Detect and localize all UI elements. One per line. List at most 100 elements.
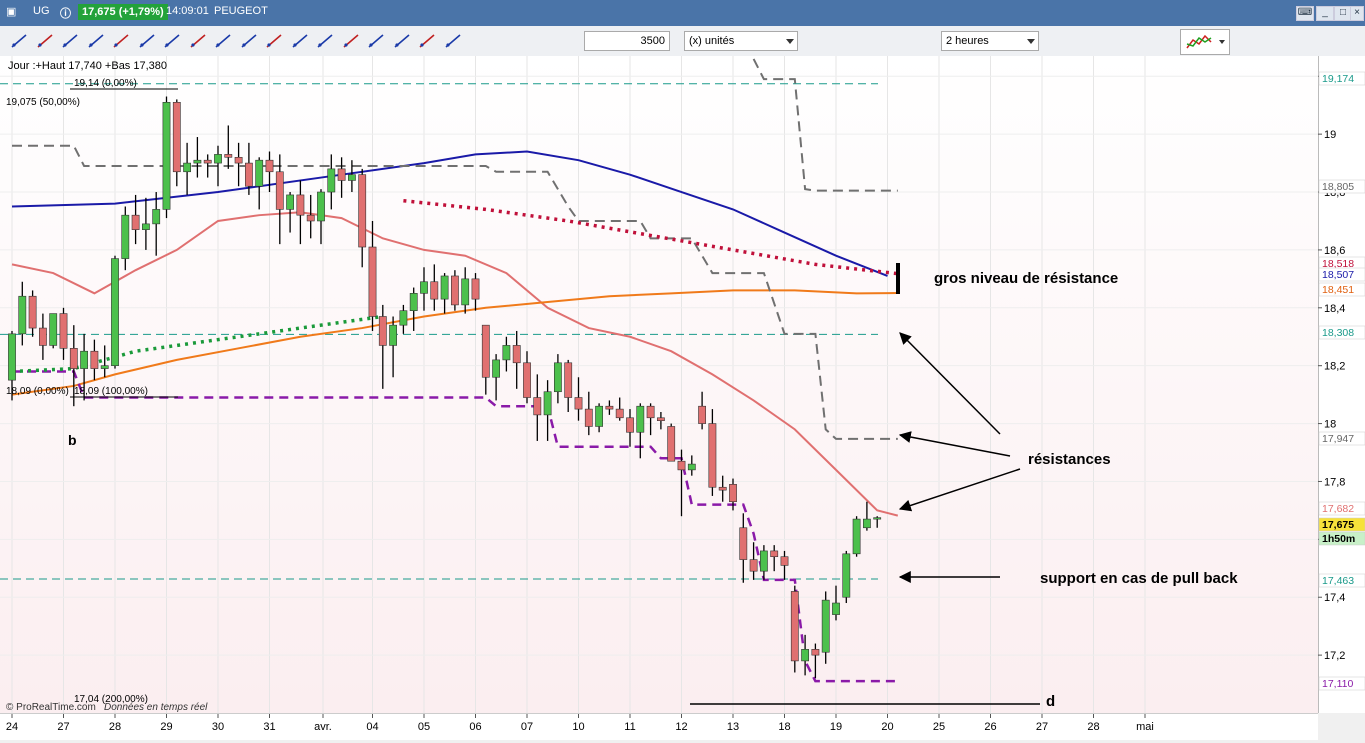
price-axis[interactable]: 19,21918,818,618,418,21817,817,617,417,2… bbox=[1318, 56, 1365, 713]
price-label: 17,675 bbox=[1322, 519, 1354, 531]
wave-label-b: b bbox=[68, 432, 77, 448]
x-tick-label: 06 bbox=[469, 721, 481, 733]
toolbar: 3500 (x) unités 2 heures bbox=[0, 26, 1365, 57]
parallel-lines-icon[interactable] bbox=[416, 30, 438, 52]
timeframe-dropdown[interactable]: 2 heures bbox=[941, 31, 1039, 51]
vertical-line-icon[interactable] bbox=[238, 30, 260, 52]
minimize-button[interactable]: _ bbox=[1316, 6, 1334, 21]
window-time: 14:09:01 bbox=[166, 5, 209, 17]
window-symbol: UG bbox=[33, 5, 50, 17]
x-tick-label: 13 bbox=[727, 721, 739, 733]
x-tick-label: 28 bbox=[1087, 721, 1099, 733]
trend-line-icon[interactable] bbox=[110, 30, 132, 52]
fibonacci-fan-icon[interactable] bbox=[289, 30, 311, 52]
price-chart[interactable]: Jour :+Haut 17,740 +Bas 17,380 19,14 (0,… bbox=[0, 56, 1318, 713]
price-label: 18,507 bbox=[1322, 269, 1354, 281]
price-label: 18,805 bbox=[1322, 181, 1354, 193]
ray-icon[interactable] bbox=[187, 30, 209, 52]
trash-icon[interactable] bbox=[442, 30, 464, 52]
y-tick-label: 18 bbox=[1324, 419, 1336, 431]
window-icon[interactable]: ▣ bbox=[6, 5, 16, 18]
annotation-gros-niveau: gros niveau de résistance bbox=[934, 270, 1118, 287]
cursor-icon[interactable] bbox=[8, 30, 30, 52]
candle bbox=[111, 255, 119, 369]
zoom-icon[interactable] bbox=[85, 30, 107, 52]
text-icon[interactable] bbox=[340, 30, 362, 52]
keyboard-icon[interactable]: ⌨ bbox=[1296, 6, 1314, 21]
indicators-icon bbox=[1186, 34, 1225, 49]
fib-label-0: 19,14 (0,00%) bbox=[74, 78, 137, 89]
x-tick-label: 24 bbox=[6, 721, 18, 733]
x-tick-label: mai bbox=[1136, 721, 1154, 733]
channel-icon[interactable] bbox=[263, 30, 285, 52]
x-tick-label: 10 bbox=[572, 721, 584, 733]
x-tick-label: 29 bbox=[160, 721, 172, 733]
x-tick-label: 27 bbox=[1036, 721, 1048, 733]
candle bbox=[49, 313, 58, 349]
price-label: 17,110 bbox=[1322, 678, 1353, 690]
units-label: (x) unités bbox=[689, 35, 735, 47]
x-tick-label: 12 bbox=[675, 721, 687, 733]
price-label: 18,308 bbox=[1322, 327, 1354, 339]
indicators-button[interactable] bbox=[1180, 29, 1230, 55]
data-note: Données en temps réel bbox=[104, 702, 208, 713]
wave-label-d: d bbox=[1046, 693, 1055, 710]
candle bbox=[852, 516, 861, 557]
x-tick-label: 27 bbox=[57, 721, 69, 733]
x-tick-label: avr. bbox=[314, 721, 332, 733]
y-tick-label: 17,2 bbox=[1324, 650, 1345, 662]
units-input[interactable]: 3500 bbox=[584, 31, 670, 51]
x-tick-label: 05 bbox=[418, 721, 430, 733]
cross-icon[interactable] bbox=[391, 30, 413, 52]
annotation-support: support en cas de pull back bbox=[1040, 570, 1238, 587]
x-tick-label: 31 bbox=[263, 721, 275, 733]
candle bbox=[450, 270, 459, 311]
x-tick-label: 19 bbox=[830, 721, 842, 733]
window-name: PEUGEOT bbox=[214, 5, 268, 17]
chart-area[interactable]: Jour :+Haut 17,740 +Bas 17,380 19,14 (0,… bbox=[0, 56, 1318, 713]
timeframe-label: 2 heures bbox=[946, 35, 989, 47]
candle bbox=[842, 550, 851, 604]
fib-label-2: 18,09 (0,00%) bbox=[6, 386, 69, 397]
x-tick-label: 20 bbox=[881, 721, 893, 733]
y-tick-label: 17,8 bbox=[1324, 476, 1345, 488]
x-tick-label: 18 bbox=[778, 721, 790, 733]
ruler-icon[interactable] bbox=[34, 30, 56, 52]
fib-label-1: 19,075 (50,00%) bbox=[6, 97, 80, 108]
y-tick-label: 17,4 bbox=[1324, 592, 1345, 604]
x-tick-label: 04 bbox=[366, 721, 378, 733]
copyright: © ProRealTime.com bbox=[6, 702, 96, 713]
units-dropdown[interactable]: (x) unités bbox=[684, 31, 798, 51]
title-bar: ▣ UG ⓘ 17,675 (+1,79%) 14:09:01 PEUGEOT … bbox=[0, 0, 1365, 26]
price-label: 17,947 bbox=[1322, 433, 1354, 445]
price-label: 17,682 bbox=[1322, 503, 1354, 515]
info-icon[interactable]: ⓘ bbox=[60, 5, 71, 21]
y-tick-label: 19 bbox=[1324, 129, 1336, 141]
wave-icon[interactable] bbox=[314, 30, 336, 52]
candle bbox=[667, 423, 676, 462]
horizontal-line-icon[interactable] bbox=[212, 30, 234, 52]
x-tick-label: 25 bbox=[933, 721, 945, 733]
time-axis[interactable]: 24 27 28 29 30 31 avr. 04 05 06 07 10 11 12 13 18 19 20 25… bbox=[0, 713, 1318, 740]
pin-icon[interactable] bbox=[365, 30, 387, 52]
chevron-down-icon bbox=[786, 39, 794, 44]
x-tick-label: 11 bbox=[624, 721, 635, 733]
y-tick-label: 18,4 bbox=[1324, 303, 1345, 315]
zigzag-icon[interactable] bbox=[136, 30, 158, 52]
x-tick-label: 30 bbox=[212, 721, 224, 733]
candle bbox=[790, 585, 799, 673]
x-tick-label: 26 bbox=[984, 721, 996, 733]
price-label: 18,451 bbox=[1322, 284, 1354, 296]
x-axis: 24 27 28 29 30 31 avr. 04 05 06 07 10 11 12 13 18 19 20 25… bbox=[6, 714, 1154, 733]
price-label: 19,174 bbox=[1322, 73, 1354, 85]
close-button[interactable]: × bbox=[1350, 6, 1364, 21]
fib-label-3: 18,09 (100,00%) bbox=[74, 386, 148, 397]
alarm-bell-icon[interactable] bbox=[59, 30, 81, 52]
x-tick-label: 28 bbox=[109, 721, 121, 733]
arrow-line-icon[interactable] bbox=[161, 30, 183, 52]
y-tick-label: 18,2 bbox=[1324, 361, 1345, 373]
price-label: 17,463 bbox=[1322, 575, 1354, 587]
price-badge: 17,675 (+1,79%) bbox=[78, 4, 168, 20]
legend-header: Jour :+Haut 17,740 +Bas 17,380 bbox=[8, 60, 167, 72]
y-tick-label: 18,6 bbox=[1324, 245, 1345, 257]
